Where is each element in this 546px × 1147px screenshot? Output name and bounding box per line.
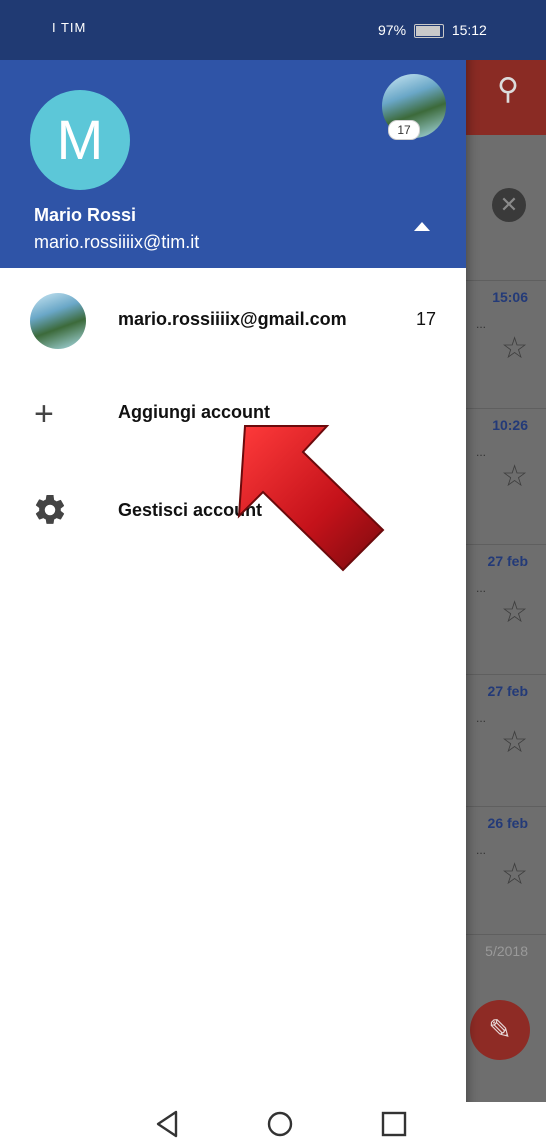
mail-time: 15:06 <box>492 289 528 305</box>
account-header[interactable]: M 17 Mario Rossi mario.rossiiiix@tim.it <box>0 60 466 268</box>
star-icon[interactable]: ☆ <box>501 725 528 760</box>
unread-count: 17 <box>415 309 436 329</box>
unread-badge: 17 <box>388 120 420 140</box>
search-icon[interactable]: ⚲ <box>488 70 528 110</box>
caret-up-icon[interactable] <box>414 222 430 231</box>
avatar[interactable]: M <box>30 90 130 190</box>
system-nav-bar <box>0 1102 546 1147</box>
mail-preview: ... <box>476 317 487 331</box>
star-icon[interactable]: ☆ <box>501 459 528 494</box>
battery-icon <box>413 24 444 39</box>
recents-icon[interactable] <box>374 1106 414 1142</box>
star-icon[interactable]: ☆ <box>501 857 528 892</box>
secondary-account-avatar[interactable]: 17 <box>380 72 448 140</box>
mail-time: 10:26 <box>492 417 528 433</box>
mail-time: 27 feb <box>487 683 528 699</box>
account-item[interactable]: mario.rossiiiix@gmail.com 17 <box>0 281 466 361</box>
star-icon[interactable]: ☆ <box>501 331 528 366</box>
close-icon[interactable]: ✕ <box>492 188 526 222</box>
gear-icon <box>35 494 65 524</box>
mail-preview: ... <box>476 711 487 725</box>
user-name: Mario Rossi <box>34 205 137 225</box>
avatar <box>30 293 86 349</box>
clock: 15:12 <box>451 22 487 38</box>
battery-percent: 97% <box>378 22 407 38</box>
mail-preview: ... <box>476 445 487 459</box>
mail-preview: ... <box>476 843 487 857</box>
account-email: mario.rossiiiix@gmail.com <box>118 309 347 329</box>
carrier-label: I TIM <box>52 20 87 35</box>
mail-time: 26 feb <box>487 815 528 831</box>
home-icon[interactable] <box>260 1106 300 1142</box>
mail-preview: ... <box>476 581 487 595</box>
red-arrow-annotation <box>237 425 385 572</box>
status-bar: I TIM 97% 15:12 <box>0 0 546 60</box>
plus-icon: + <box>34 395 54 433</box>
back-icon[interactable] <box>148 1106 188 1142</box>
user-email: mario.rossiiiix@tim.it <box>34 232 200 252</box>
status-right: 97% 15:12 <box>378 22 487 39</box>
compose-button[interactable]: ✎ <box>470 1000 530 1060</box>
star-icon[interactable]: ☆ <box>501 595 528 630</box>
pencil-icon: ✎ <box>488 1014 512 1045</box>
mail-time: 27 feb <box>487 553 528 569</box>
mail-time: 5/2018 <box>485 943 528 959</box>
